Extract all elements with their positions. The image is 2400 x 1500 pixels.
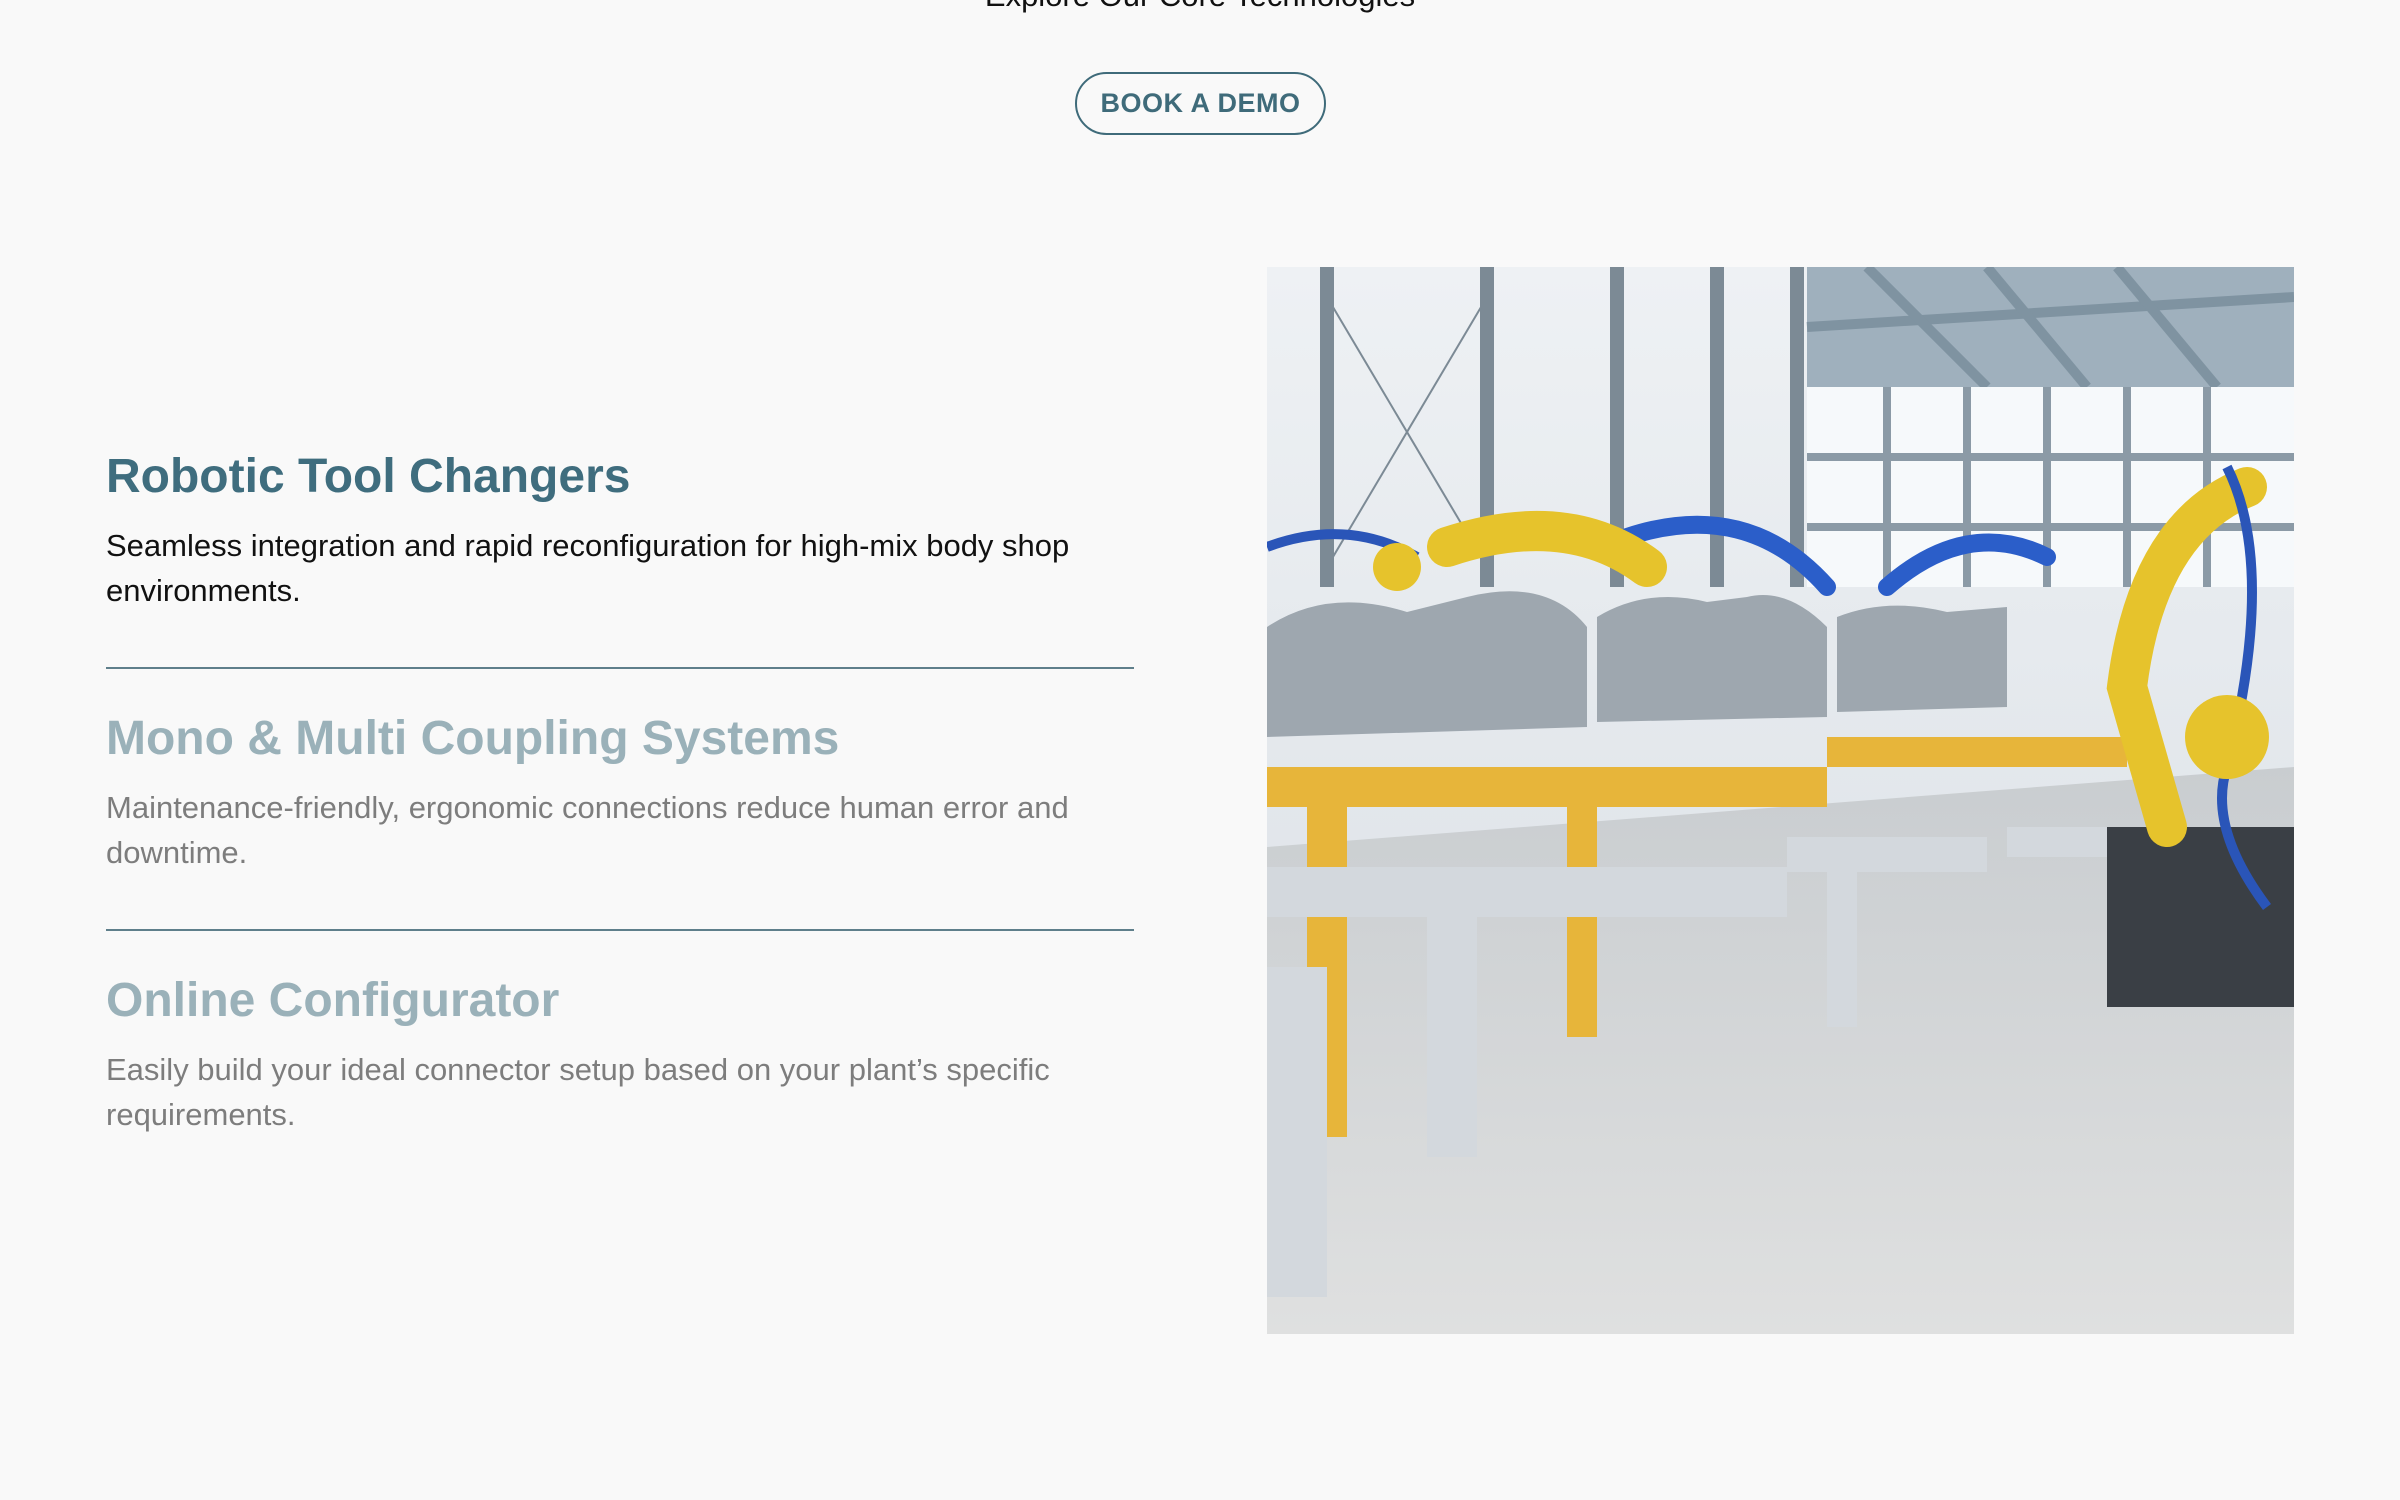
factory-robots-image xyxy=(1267,267,2294,1334)
divider xyxy=(106,667,1134,669)
feature-description: Maintenance-friendly, ergonomic connecti… xyxy=(106,790,1069,870)
feature-item-online-configurator[interactable]: Online Configurator Easily build your id… xyxy=(106,973,1134,1137)
feature-description: Easily build your ideal connector setup … xyxy=(106,1052,1050,1132)
book-demo-button[interactable]: BOOK A DEMO xyxy=(1075,72,1326,135)
feature-item-coupling-systems[interactable]: Mono & Multi Coupling Systems Maintenanc… xyxy=(106,711,1134,875)
feature-title: Mono & Multi Coupling Systems xyxy=(106,712,840,765)
divider xyxy=(106,929,1134,931)
feature-title: Robotic Tool Changers xyxy=(106,450,631,503)
section-heading: Explore Our Core Technologies xyxy=(0,0,2400,14)
page: Explore Our Core Technologies BOOK A DEM… xyxy=(0,0,2400,1500)
feature-title: Online Configurator xyxy=(106,974,560,1027)
feature-item-robotic-tool-changers[interactable]: Robotic Tool Changers Seamless integrati… xyxy=(106,449,1134,613)
feature-description: Seamless integration and rapid reconfigu… xyxy=(106,528,1070,608)
